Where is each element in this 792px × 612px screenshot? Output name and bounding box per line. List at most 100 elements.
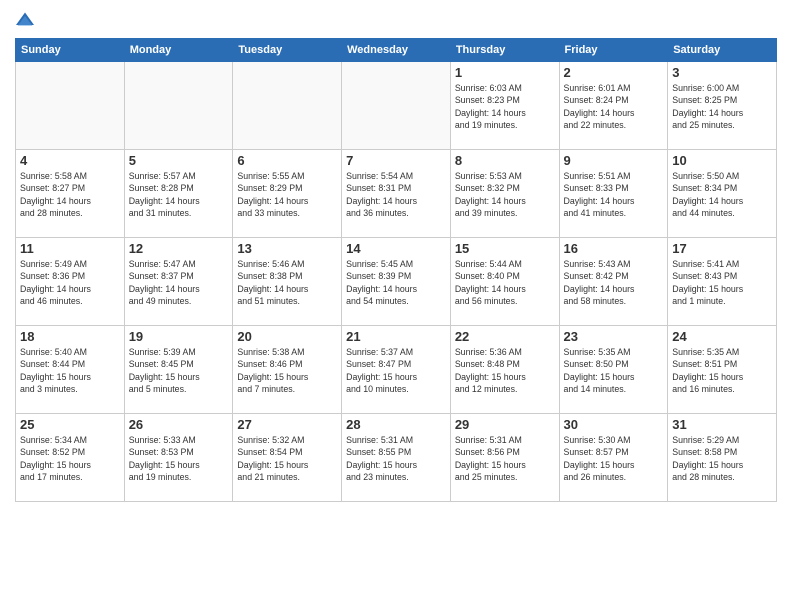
day-number: 12 <box>129 241 229 256</box>
day-number: 28 <box>346 417 446 432</box>
calendar-cell: 14Sunrise: 5:45 AM Sunset: 8:39 PM Dayli… <box>342 238 451 326</box>
day-number: 25 <box>20 417 120 432</box>
week-row-4: 18Sunrise: 5:40 AM Sunset: 8:44 PM Dayli… <box>16 326 777 414</box>
day-number: 5 <box>129 153 229 168</box>
calendar-cell: 30 Sunrise: 5:30 AM Sunset: 8:57 PM Dayli… <box>559 414 668 502</box>
day-number: 4 <box>20 153 120 168</box>
day-number: 2 <box>564 65 664 80</box>
day-number: 13 <box>237 241 337 256</box>
logo-icon <box>15 10 35 30</box>
calendar-cell: 28 Sunrise: 5:31 AM Sunset: 8:55 PM Dayli… <box>342 414 451 502</box>
day-number: 17 <box>672 241 772 256</box>
calendar-cell: 20 Sunrise: 5:38 AM Sunset: 8:46 PM Dayli… <box>233 326 342 414</box>
day-number: 6 <box>237 153 337 168</box>
day-info: Sunrise: 5:41 AM Sunset: 8:43 PM Dayligh… <box>672 258 772 307</box>
day-number: 15 <box>455 241 555 256</box>
calendar-cell: 26 Sunrise: 5:33 AM Sunset: 8:53 PM Dayli… <box>124 414 233 502</box>
calendar-cell: 10Sunrise: 5:50 AM Sunset: 8:34 PM Dayli… <box>668 150 777 238</box>
day-number: 27 <box>237 417 337 432</box>
day-info: Sunrise: 6:00 AM Sunset: 8:25 PM Dayligh… <box>672 82 772 131</box>
day-info: Sunrise: 5:30 AM Sunset: 8:57 PM Dayligh… <box>564 434 664 483</box>
calendar-cell: 1 Sunrise: 6:03 AM Sunset: 8:23 PM Daylig… <box>450 62 559 150</box>
weekday-header-thursday: Thursday <box>450 39 559 62</box>
week-row-2: 4Sunrise: 5:58 AM Sunset: 8:27 PM Daylig… <box>16 150 777 238</box>
day-info: Sunrise: 5:55 AM Sunset: 8:29 PM Dayligh… <box>237 170 337 219</box>
calendar-cell: 18Sunrise: 5:40 AM Sunset: 8:44 PM Dayli… <box>16 326 125 414</box>
day-number: 24 <box>672 329 772 344</box>
day-info: Sunrise: 5:57 AM Sunset: 8:28 PM Dayligh… <box>129 170 229 219</box>
day-number: 19 <box>129 329 229 344</box>
week-row-1: 1 Sunrise: 6:03 AM Sunset: 8:23 PM Daylig… <box>16 62 777 150</box>
weekday-header-sunday: Sunday <box>16 39 125 62</box>
day-info: Sunrise: 6:03 AM Sunset: 8:23 PM Dayligh… <box>455 82 555 131</box>
day-info: Sunrise: 5:39 AM Sunset: 8:45 PM Dayligh… <box>129 346 229 395</box>
calendar-cell: 6 Sunrise: 5:55 AM Sunset: 8:29 PM Daylig… <box>233 150 342 238</box>
day-info: Sunrise: 5:38 AM Sunset: 8:46 PM Dayligh… <box>237 346 337 395</box>
day-info: Sunrise: 5:54 AM Sunset: 8:31 PM Dayligh… <box>346 170 446 219</box>
day-info: Sunrise: 5:31 AM Sunset: 8:55 PM Dayligh… <box>346 434 446 483</box>
day-info: Sunrise: 5:47 AM Sunset: 8:37 PM Dayligh… <box>129 258 229 307</box>
day-number: 14 <box>346 241 446 256</box>
week-row-3: 11Sunrise: 5:49 AM Sunset: 8:36 PM Dayli… <box>16 238 777 326</box>
calendar-cell: 25 Sunrise: 5:34 AM Sunset: 8:52 PM Dayli… <box>16 414 125 502</box>
day-number: 16 <box>564 241 664 256</box>
day-info: Sunrise: 5:32 AM Sunset: 8:54 PM Dayligh… <box>237 434 337 483</box>
day-number: 20 <box>237 329 337 344</box>
day-info: Sunrise: 5:53 AM Sunset: 8:32 PM Dayligh… <box>455 170 555 219</box>
calendar-cell: 3Sunrise: 6:00 AM Sunset: 8:25 PM Daylig… <box>668 62 777 150</box>
calendar-cell: 4Sunrise: 5:58 AM Sunset: 8:27 PM Daylig… <box>16 150 125 238</box>
weekday-header-monday: Monday <box>124 39 233 62</box>
day-info: Sunrise: 5:36 AM Sunset: 8:48 PM Dayligh… <box>455 346 555 395</box>
day-info: Sunrise: 5:33 AM Sunset: 8:53 PM Dayligh… <box>129 434 229 483</box>
day-number: 22 <box>455 329 555 344</box>
day-info: Sunrise: 5:29 AM Sunset: 8:58 PM Dayligh… <box>672 434 772 483</box>
calendar-cell: 12 Sunrise: 5:47 AM Sunset: 8:37 PM Dayli… <box>124 238 233 326</box>
calendar-cell: 22 Sunrise: 5:36 AM Sunset: 8:48 PM Dayli… <box>450 326 559 414</box>
calendar: SundayMondayTuesdayWednesdayThursdayFrid… <box>15 38 777 502</box>
day-info: Sunrise: 6:01 AM Sunset: 8:24 PM Dayligh… <box>564 82 664 131</box>
day-info: Sunrise: 5:50 AM Sunset: 8:34 PM Dayligh… <box>672 170 772 219</box>
week-row-5: 25 Sunrise: 5:34 AM Sunset: 8:52 PM Dayli… <box>16 414 777 502</box>
calendar-cell: 11Sunrise: 5:49 AM Sunset: 8:36 PM Dayli… <box>16 238 125 326</box>
calendar-cell <box>16 62 125 150</box>
calendar-cell <box>124 62 233 150</box>
day-info: Sunrise: 5:37 AM Sunset: 8:47 PM Dayligh… <box>346 346 446 395</box>
calendar-cell: 16 Sunrise: 5:43 AM Sunset: 8:42 PM Dayli… <box>559 238 668 326</box>
calendar-cell <box>342 62 451 150</box>
day-info: Sunrise: 5:51 AM Sunset: 8:33 PM Dayligh… <box>564 170 664 219</box>
day-info: Sunrise: 5:35 AM Sunset: 8:51 PM Dayligh… <box>672 346 772 395</box>
weekday-header-row: SundayMondayTuesdayWednesdayThursdayFrid… <box>16 39 777 62</box>
page-header <box>15 10 777 30</box>
calendar-cell: 5 Sunrise: 5:57 AM Sunset: 8:28 PM Daylig… <box>124 150 233 238</box>
weekday-header-saturday: Saturday <box>668 39 777 62</box>
calendar-cell: 8Sunrise: 5:53 AM Sunset: 8:32 PM Daylig… <box>450 150 559 238</box>
day-info: Sunrise: 5:34 AM Sunset: 8:52 PM Dayligh… <box>20 434 120 483</box>
calendar-cell: 13 Sunrise: 5:46 AM Sunset: 8:38 PM Dayli… <box>233 238 342 326</box>
day-info: Sunrise: 5:43 AM Sunset: 8:42 PM Dayligh… <box>564 258 664 307</box>
day-number: 9 <box>564 153 664 168</box>
day-info: Sunrise: 5:49 AM Sunset: 8:36 PM Dayligh… <box>20 258 120 307</box>
calendar-cell: 27 Sunrise: 5:32 AM Sunset: 8:54 PM Dayli… <box>233 414 342 502</box>
day-number: 31 <box>672 417 772 432</box>
calendar-cell: 15 Sunrise: 5:44 AM Sunset: 8:40 PM Dayli… <box>450 238 559 326</box>
calendar-cell <box>233 62 342 150</box>
calendar-cell: 7 Sunrise: 5:54 AM Sunset: 8:31 PM Daylig… <box>342 150 451 238</box>
day-info: Sunrise: 5:44 AM Sunset: 8:40 PM Dayligh… <box>455 258 555 307</box>
logo <box>15 10 39 30</box>
calendar-cell: 19 Sunrise: 5:39 AM Sunset: 8:45 PM Dayli… <box>124 326 233 414</box>
day-number: 7 <box>346 153 446 168</box>
day-info: Sunrise: 5:40 AM Sunset: 8:44 PM Dayligh… <box>20 346 120 395</box>
day-number: 23 <box>564 329 664 344</box>
calendar-cell: 24 Sunrise: 5:35 AM Sunset: 8:51 PM Dayli… <box>668 326 777 414</box>
calendar-cell: 29 Sunrise: 5:31 AM Sunset: 8:56 PM Dayli… <box>450 414 559 502</box>
day-number: 30 <box>564 417 664 432</box>
day-info: Sunrise: 5:35 AM Sunset: 8:50 PM Dayligh… <box>564 346 664 395</box>
calendar-cell: 21 Sunrise: 5:37 AM Sunset: 8:47 PM Dayli… <box>342 326 451 414</box>
day-info: Sunrise: 5:46 AM Sunset: 8:38 PM Dayligh… <box>237 258 337 307</box>
calendar-cell: 23 Sunrise: 5:35 AM Sunset: 8:50 PM Dayli… <box>559 326 668 414</box>
day-number: 21 <box>346 329 446 344</box>
day-number: 26 <box>129 417 229 432</box>
day-info: Sunrise: 5:31 AM Sunset: 8:56 PM Dayligh… <box>455 434 555 483</box>
day-number: 29 <box>455 417 555 432</box>
day-number: 1 <box>455 65 555 80</box>
